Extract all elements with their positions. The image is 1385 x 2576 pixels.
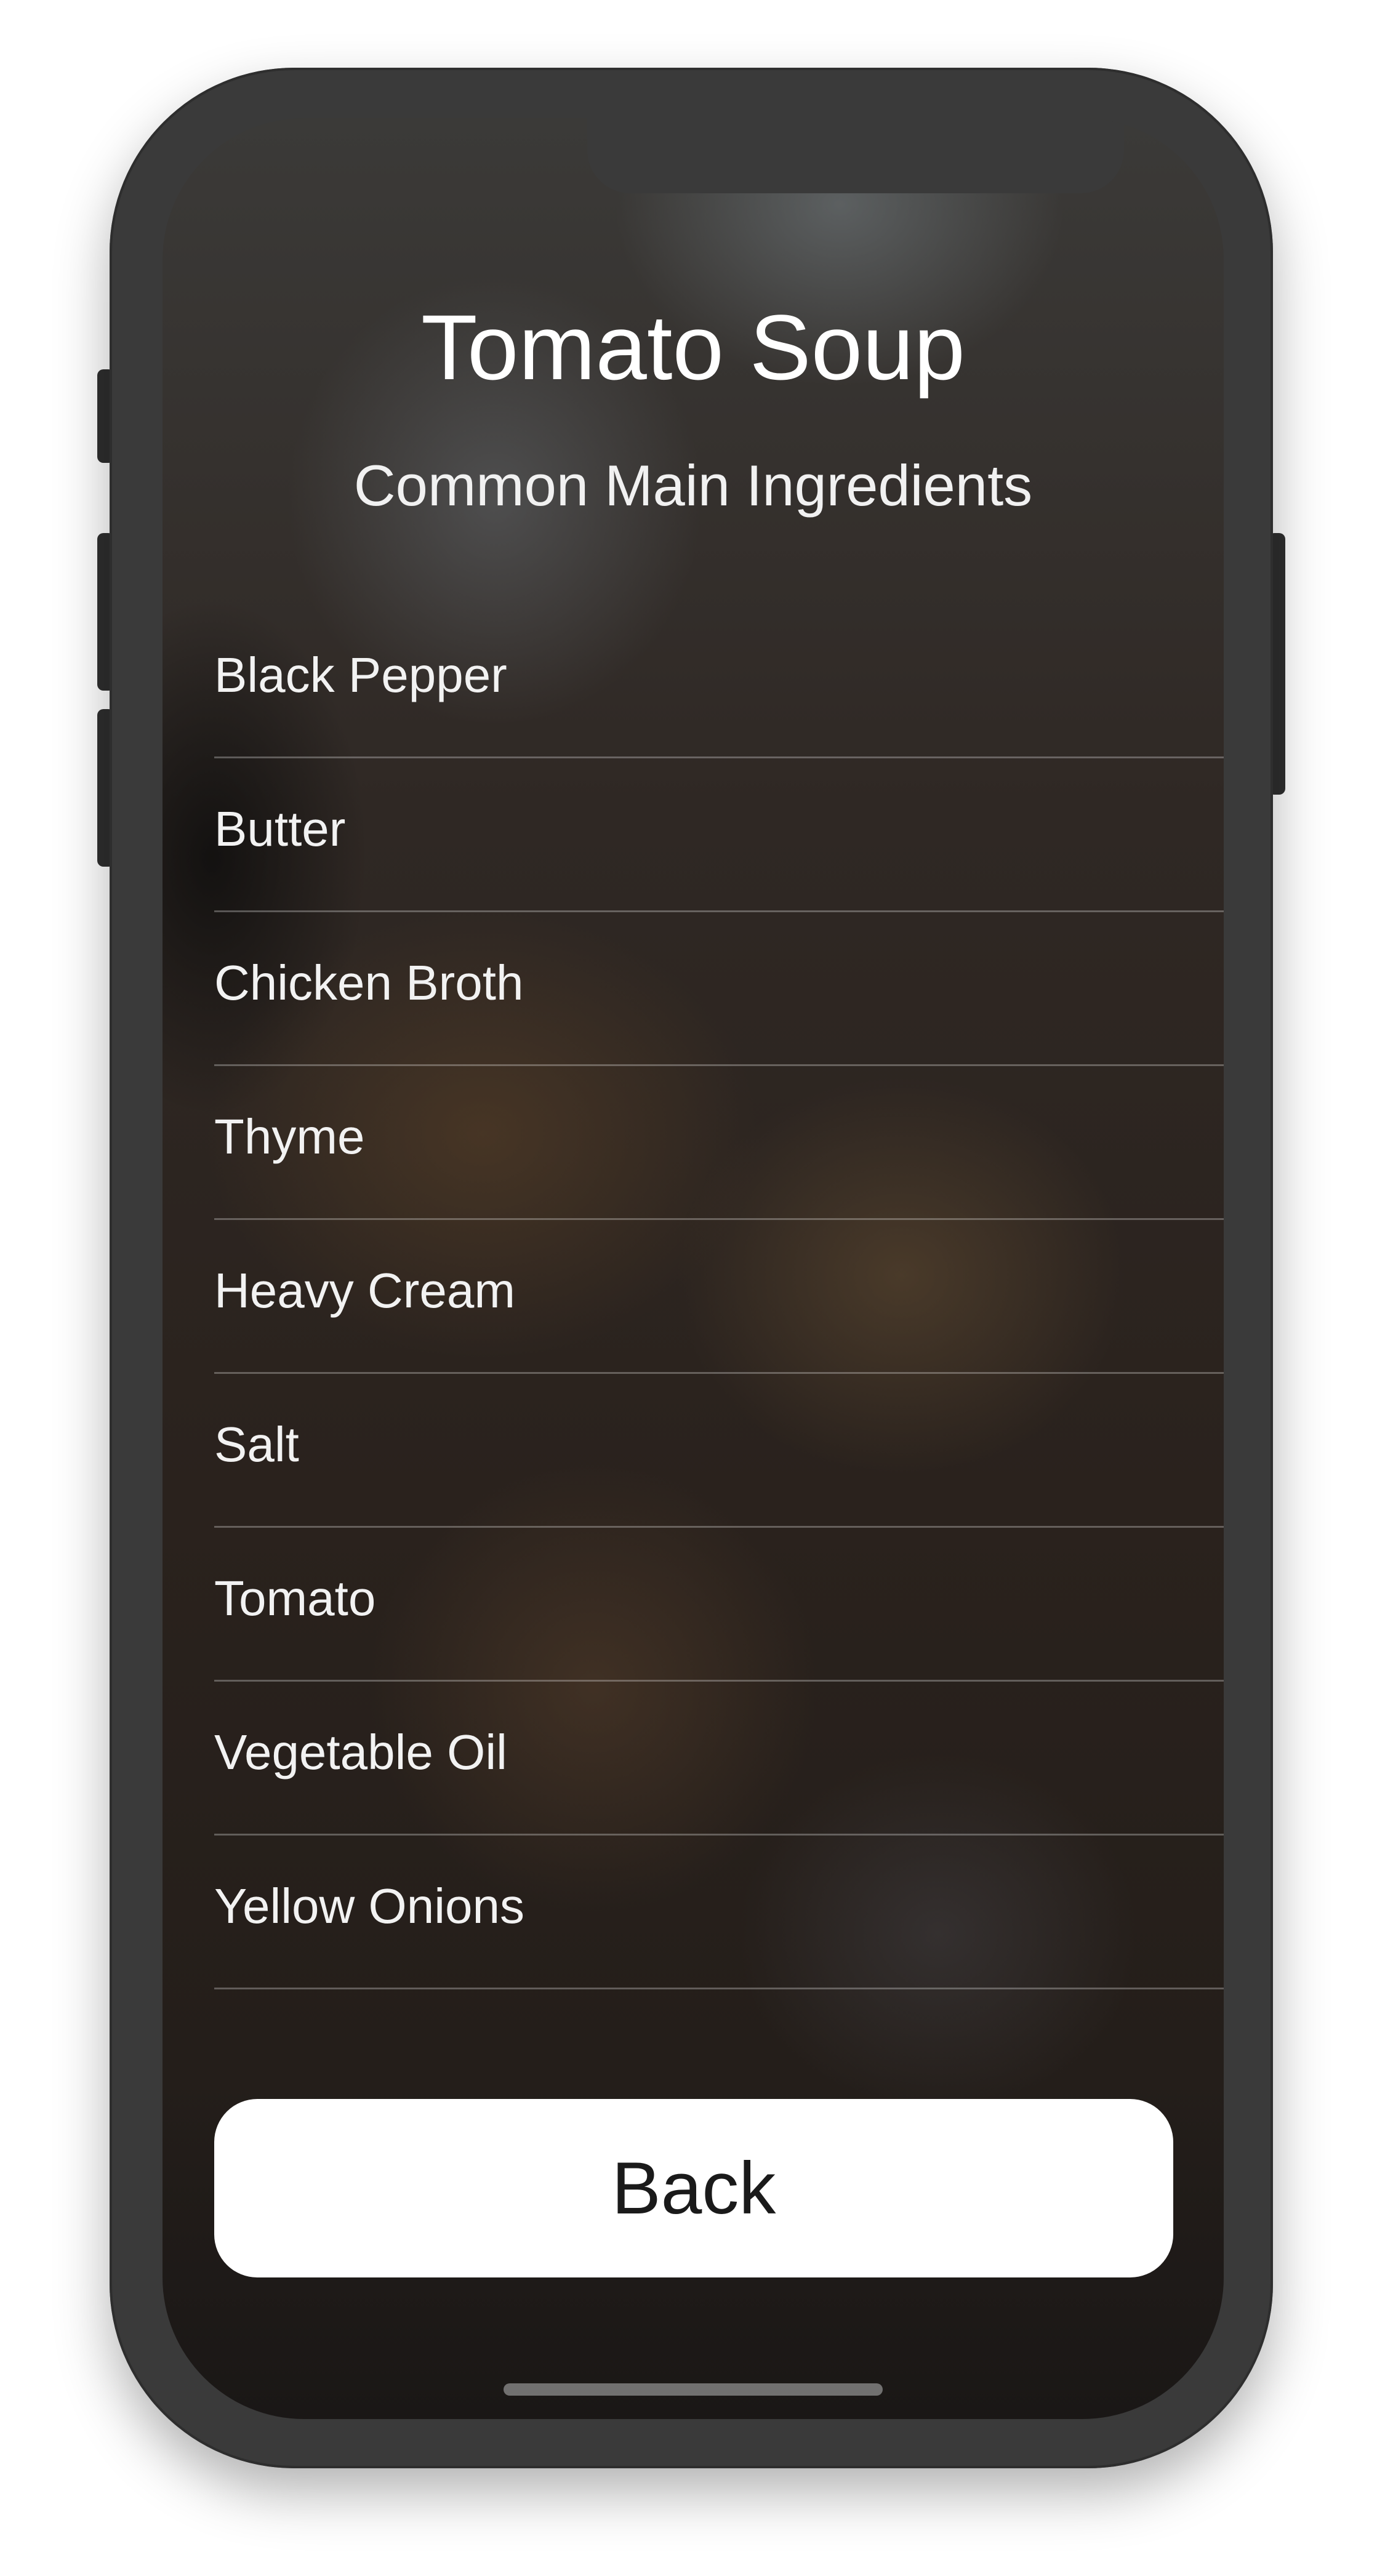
list-item-tomato[interactable]: Tomato — [214, 1528, 1224, 1682]
ingredient-list: Black Pepper Butter Chicken Broth Thyme … — [214, 604, 1224, 1989]
list-item-salt[interactable]: Salt — [214, 1374, 1224, 1528]
list-item-heavy-cream[interactable]: Heavy Cream — [214, 1220, 1224, 1374]
list-item-vegetable-oil[interactable]: Vegetable Oil — [214, 1682, 1224, 1836]
page-subtitle: Common Main Ingredients — [353, 453, 1033, 518]
home-indicator[interactable] — [504, 2383, 883, 2396]
page-title: Tomato Soup — [421, 295, 965, 399]
list-item-butter[interactable]: Butter — [214, 758, 1224, 912]
notch — [587, 118, 1124, 193]
list-item-black-pepper[interactable]: Black Pepper — [214, 604, 1224, 758]
list-item-thyme[interactable]: Thyme — [214, 1066, 1224, 1220]
list-item-chicken-broth[interactable]: Chicken Broth — [214, 912, 1224, 1066]
back-button[interactable]: Back — [214, 2099, 1173, 2277]
app-screen: Tomato Soup Common Main Ingredients Blac… — [163, 118, 1224, 2419]
list-item-yellow-onions[interactable]: Yellow Onions — [214, 1836, 1224, 1989]
device-mockup: Tomato Soup Common Main Ingredients Blac… — [0, 0, 1385, 2576]
